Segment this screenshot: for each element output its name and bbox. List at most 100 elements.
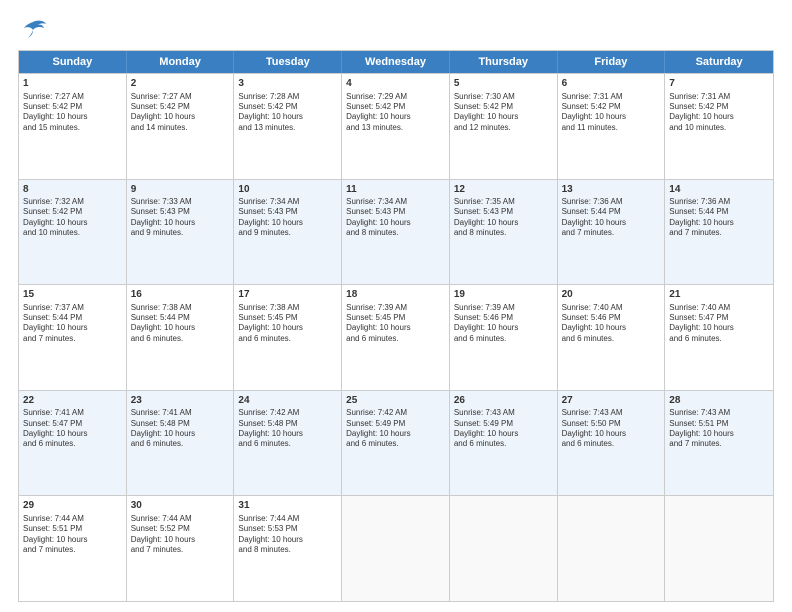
calendar-cell: 24Sunrise: 7:42 AM Sunset: 5:48 PM Dayli…: [234, 391, 342, 496]
calendar-cell: 10Sunrise: 7:34 AM Sunset: 5:43 PM Dayli…: [234, 180, 342, 285]
cell-text: Sunrise: 7:31 AM Sunset: 5:42 PM Dayligh…: [669, 92, 769, 134]
calendar-cell: [342, 496, 450, 601]
day-number: 24: [238, 394, 337, 408]
calendar-cell: 22Sunrise: 7:41 AM Sunset: 5:47 PM Dayli…: [19, 391, 127, 496]
header-cell-friday: Friday: [558, 51, 666, 73]
calendar-cell: 8Sunrise: 7:32 AM Sunset: 5:42 PM Daylig…: [19, 180, 127, 285]
calendar-cell: 16Sunrise: 7:38 AM Sunset: 5:44 PM Dayli…: [127, 285, 235, 390]
calendar-cell: 27Sunrise: 7:43 AM Sunset: 5:50 PM Dayli…: [558, 391, 666, 496]
day-number: 30: [131, 499, 230, 513]
cell-text: Sunrise: 7:30 AM Sunset: 5:42 PM Dayligh…: [454, 92, 553, 134]
day-number: 21: [669, 288, 769, 302]
cell-text: Sunrise: 7:37 AM Sunset: 5:44 PM Dayligh…: [23, 303, 122, 345]
day-number: 4: [346, 77, 445, 91]
day-number: 12: [454, 183, 553, 197]
day-number: 22: [23, 394, 122, 408]
day-number: 18: [346, 288, 445, 302]
cell-text: Sunrise: 7:40 AM Sunset: 5:47 PM Dayligh…: [669, 303, 769, 345]
header-cell-saturday: Saturday: [665, 51, 773, 73]
day-number: 8: [23, 183, 122, 197]
cell-text: Sunrise: 7:39 AM Sunset: 5:45 PM Dayligh…: [346, 303, 445, 345]
cell-text: Sunrise: 7:34 AM Sunset: 5:43 PM Dayligh…: [346, 197, 445, 239]
day-number: 1: [23, 77, 122, 91]
cell-text: Sunrise: 7:44 AM Sunset: 5:52 PM Dayligh…: [131, 514, 230, 556]
calendar-cell: 17Sunrise: 7:38 AM Sunset: 5:45 PM Dayli…: [234, 285, 342, 390]
cell-text: Sunrise: 7:35 AM Sunset: 5:43 PM Dayligh…: [454, 197, 553, 239]
cell-text: Sunrise: 7:43 AM Sunset: 5:50 PM Dayligh…: [562, 408, 661, 450]
cell-text: Sunrise: 7:31 AM Sunset: 5:42 PM Dayligh…: [562, 92, 661, 134]
day-number: 23: [131, 394, 230, 408]
day-number: 3: [238, 77, 337, 91]
cell-text: Sunrise: 7:39 AM Sunset: 5:46 PM Dayligh…: [454, 303, 553, 345]
calendar: SundayMondayTuesdayWednesdayThursdayFrid…: [18, 50, 774, 602]
day-number: 10: [238, 183, 337, 197]
day-number: 27: [562, 394, 661, 408]
cell-text: Sunrise: 7:40 AM Sunset: 5:46 PM Dayligh…: [562, 303, 661, 345]
cell-text: Sunrise: 7:27 AM Sunset: 5:42 PM Dayligh…: [23, 92, 122, 134]
cell-text: Sunrise: 7:27 AM Sunset: 5:42 PM Dayligh…: [131, 92, 230, 134]
cell-text: Sunrise: 7:38 AM Sunset: 5:44 PM Dayligh…: [131, 303, 230, 345]
day-number: 17: [238, 288, 337, 302]
calendar-cell: 2Sunrise: 7:27 AM Sunset: 5:42 PM Daylig…: [127, 74, 235, 179]
day-number: 7: [669, 77, 769, 91]
day-number: 19: [454, 288, 553, 302]
day-number: 28: [669, 394, 769, 408]
calendar-row-4: 22Sunrise: 7:41 AM Sunset: 5:47 PM Dayli…: [19, 390, 773, 496]
calendar-cell: [558, 496, 666, 601]
page: SundayMondayTuesdayWednesdayThursdayFrid…: [0, 0, 792, 612]
cell-text: Sunrise: 7:38 AM Sunset: 5:45 PM Dayligh…: [238, 303, 337, 345]
day-number: 29: [23, 499, 122, 513]
calendar-cell: [450, 496, 558, 601]
calendar-cell: 21Sunrise: 7:40 AM Sunset: 5:47 PM Dayli…: [665, 285, 773, 390]
cell-text: Sunrise: 7:28 AM Sunset: 5:42 PM Dayligh…: [238, 92, 337, 134]
cell-text: Sunrise: 7:36 AM Sunset: 5:44 PM Dayligh…: [562, 197, 661, 239]
calendar-cell: 30Sunrise: 7:44 AM Sunset: 5:52 PM Dayli…: [127, 496, 235, 601]
day-number: 20: [562, 288, 661, 302]
calendar-cell: 3Sunrise: 7:28 AM Sunset: 5:42 PM Daylig…: [234, 74, 342, 179]
calendar-cell: 14Sunrise: 7:36 AM Sunset: 5:44 PM Dayli…: [665, 180, 773, 285]
cell-text: Sunrise: 7:43 AM Sunset: 5:51 PM Dayligh…: [669, 408, 769, 450]
day-number: 13: [562, 183, 661, 197]
calendar-cell: 5Sunrise: 7:30 AM Sunset: 5:42 PM Daylig…: [450, 74, 558, 179]
day-number: 11: [346, 183, 445, 197]
day-number: 14: [669, 183, 769, 197]
calendar-cell: 26Sunrise: 7:43 AM Sunset: 5:49 PM Dayli…: [450, 391, 558, 496]
logo-icon: [18, 18, 48, 42]
calendar-cell: 23Sunrise: 7:41 AM Sunset: 5:48 PM Dayli…: [127, 391, 235, 496]
calendar-row-3: 15Sunrise: 7:37 AM Sunset: 5:44 PM Dayli…: [19, 284, 773, 390]
calendar-cell: 15Sunrise: 7:37 AM Sunset: 5:44 PM Dayli…: [19, 285, 127, 390]
day-number: 26: [454, 394, 553, 408]
calendar-row-2: 8Sunrise: 7:32 AM Sunset: 5:42 PM Daylig…: [19, 179, 773, 285]
calendar-cell: 7Sunrise: 7:31 AM Sunset: 5:42 PM Daylig…: [665, 74, 773, 179]
calendar-cell: 4Sunrise: 7:29 AM Sunset: 5:42 PM Daylig…: [342, 74, 450, 179]
calendar-cell: 11Sunrise: 7:34 AM Sunset: 5:43 PM Dayli…: [342, 180, 450, 285]
header-cell-wednesday: Wednesday: [342, 51, 450, 73]
day-number: 16: [131, 288, 230, 302]
day-number: 2: [131, 77, 230, 91]
day-number: 6: [562, 77, 661, 91]
header-cell-monday: Monday: [127, 51, 235, 73]
cell-text: Sunrise: 7:41 AM Sunset: 5:48 PM Dayligh…: [131, 408, 230, 450]
calendar-cell: 9Sunrise: 7:33 AM Sunset: 5:43 PM Daylig…: [127, 180, 235, 285]
calendar-cell: 18Sunrise: 7:39 AM Sunset: 5:45 PM Dayli…: [342, 285, 450, 390]
day-number: 5: [454, 77, 553, 91]
cell-text: Sunrise: 7:42 AM Sunset: 5:48 PM Dayligh…: [238, 408, 337, 450]
cell-text: Sunrise: 7:33 AM Sunset: 5:43 PM Dayligh…: [131, 197, 230, 239]
header-cell-thursday: Thursday: [450, 51, 558, 73]
calendar-cell: 19Sunrise: 7:39 AM Sunset: 5:46 PM Dayli…: [450, 285, 558, 390]
calendar-cell: 6Sunrise: 7:31 AM Sunset: 5:42 PM Daylig…: [558, 74, 666, 179]
calendar-cell: 20Sunrise: 7:40 AM Sunset: 5:46 PM Dayli…: [558, 285, 666, 390]
calendar-cell: 13Sunrise: 7:36 AM Sunset: 5:44 PM Dayli…: [558, 180, 666, 285]
logo: [18, 18, 52, 42]
cell-text: Sunrise: 7:43 AM Sunset: 5:49 PM Dayligh…: [454, 408, 553, 450]
calendar-cell: 25Sunrise: 7:42 AM Sunset: 5:49 PM Dayli…: [342, 391, 450, 496]
calendar-cell: 28Sunrise: 7:43 AM Sunset: 5:51 PM Dayli…: [665, 391, 773, 496]
header-cell-tuesday: Tuesday: [234, 51, 342, 73]
calendar-header: SundayMondayTuesdayWednesdayThursdayFrid…: [19, 51, 773, 73]
cell-text: Sunrise: 7:41 AM Sunset: 5:47 PM Dayligh…: [23, 408, 122, 450]
calendar-cell: 31Sunrise: 7:44 AM Sunset: 5:53 PM Dayli…: [234, 496, 342, 601]
day-number: 31: [238, 499, 337, 513]
day-number: 15: [23, 288, 122, 302]
calendar-row-5: 29Sunrise: 7:44 AM Sunset: 5:51 PM Dayli…: [19, 495, 773, 601]
cell-text: Sunrise: 7:44 AM Sunset: 5:51 PM Dayligh…: [23, 514, 122, 556]
